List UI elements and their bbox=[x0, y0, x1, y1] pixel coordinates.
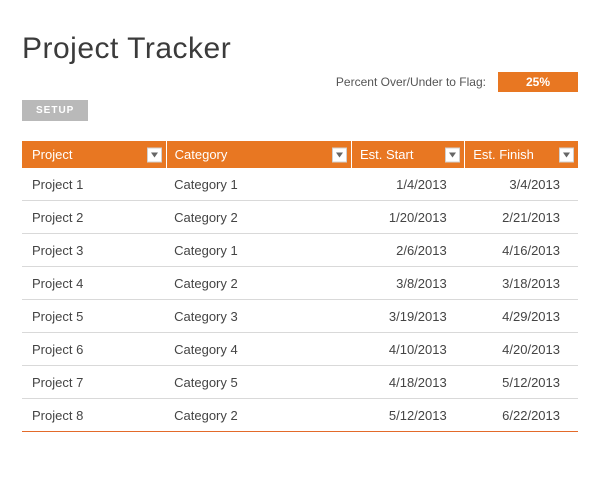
cell-project: Project 3 bbox=[22, 234, 166, 267]
table-row[interactable]: Project 5Category 33/19/20134/29/2013 bbox=[22, 300, 578, 333]
table-row[interactable]: Project 7Category 54/18/20135/12/2013 bbox=[22, 366, 578, 399]
cell-project: Project 1 bbox=[22, 168, 166, 201]
cell-category: Category 2 bbox=[166, 267, 351, 300]
table-row[interactable]: Project 1Category 11/4/20133/4/2013 bbox=[22, 168, 578, 201]
flag-value-badge: 25% bbox=[498, 72, 578, 92]
cell-project: Project 6 bbox=[22, 333, 166, 366]
col-header-est-start[interactable]: Est. Start bbox=[351, 141, 464, 168]
cell-project: Project 4 bbox=[22, 267, 166, 300]
col-header-project[interactable]: Project bbox=[22, 141, 166, 168]
cell-est-start: 4/18/2013 bbox=[351, 366, 464, 399]
col-header-label: Project bbox=[32, 147, 72, 162]
col-header-est-finish[interactable]: Est. Finish bbox=[465, 141, 578, 168]
filter-dropdown-icon[interactable] bbox=[445, 147, 460, 162]
table-row[interactable]: Project 8Category 25/12/20136/22/2013 bbox=[22, 399, 578, 432]
table-row[interactable]: Project 2Category 21/20/20132/21/2013 bbox=[22, 201, 578, 234]
cell-est-finish: 5/12/2013 bbox=[465, 366, 578, 399]
cell-project: Project 8 bbox=[22, 399, 166, 432]
cell-category: Category 5 bbox=[166, 366, 351, 399]
table-row[interactable]: Project 6Category 44/10/20134/20/2013 bbox=[22, 333, 578, 366]
cell-est-start: 1/4/2013 bbox=[351, 168, 464, 201]
filter-dropdown-icon[interactable] bbox=[559, 147, 574, 162]
filter-dropdown-icon[interactable] bbox=[147, 147, 162, 162]
filter-dropdown-icon[interactable] bbox=[332, 147, 347, 162]
cell-category: Category 1 bbox=[166, 234, 351, 267]
col-header-label: Category bbox=[175, 147, 228, 162]
col-header-category[interactable]: Category bbox=[166, 141, 351, 168]
cell-est-start: 3/19/2013 bbox=[351, 300, 464, 333]
cell-est-finish: 4/16/2013 bbox=[465, 234, 578, 267]
cell-project: Project 5 bbox=[22, 300, 166, 333]
cell-est-finish: 3/4/2013 bbox=[465, 168, 578, 201]
cell-category: Category 3 bbox=[166, 300, 351, 333]
cell-est-finish: 4/20/2013 bbox=[465, 333, 578, 366]
col-header-label: Est. Start bbox=[360, 147, 413, 162]
cell-est-finish: 6/22/2013 bbox=[465, 399, 578, 432]
cell-est-finish: 2/21/2013 bbox=[465, 201, 578, 234]
page-title: Project Tracker bbox=[22, 32, 578, 66]
table-body: Project 1Category 11/4/20133/4/2013Proje… bbox=[22, 168, 578, 432]
cell-est-start: 5/12/2013 bbox=[351, 399, 464, 432]
cell-project: Project 2 bbox=[22, 201, 166, 234]
table-header-row: Project Category Est. Start bbox=[22, 141, 578, 168]
cell-est-start: 1/20/2013 bbox=[351, 201, 464, 234]
flag-label: Percent Over/Under to Flag: bbox=[336, 75, 486, 89]
cell-category: Category 2 bbox=[166, 201, 351, 234]
col-header-label: Est. Finish bbox=[473, 147, 534, 162]
cell-est-start: 4/10/2013 bbox=[351, 333, 464, 366]
table-row[interactable]: Project 3Category 12/6/20134/16/2013 bbox=[22, 234, 578, 267]
cell-category: Category 2 bbox=[166, 399, 351, 432]
cell-project: Project 7 bbox=[22, 366, 166, 399]
cell-est-start: 3/8/2013 bbox=[351, 267, 464, 300]
cell-est-finish: 4/29/2013 bbox=[465, 300, 578, 333]
table-row[interactable]: Project 4Category 23/8/20133/18/2013 bbox=[22, 267, 578, 300]
project-table: Project Category Est. Start bbox=[22, 141, 578, 432]
cell-category: Category 4 bbox=[166, 333, 351, 366]
cell-est-start: 2/6/2013 bbox=[351, 234, 464, 267]
flag-row: Percent Over/Under to Flag: 25% bbox=[22, 72, 578, 92]
cell-category: Category 1 bbox=[166, 168, 351, 201]
setup-button[interactable]: SETUP bbox=[22, 100, 88, 121]
cell-est-finish: 3/18/2013 bbox=[465, 267, 578, 300]
